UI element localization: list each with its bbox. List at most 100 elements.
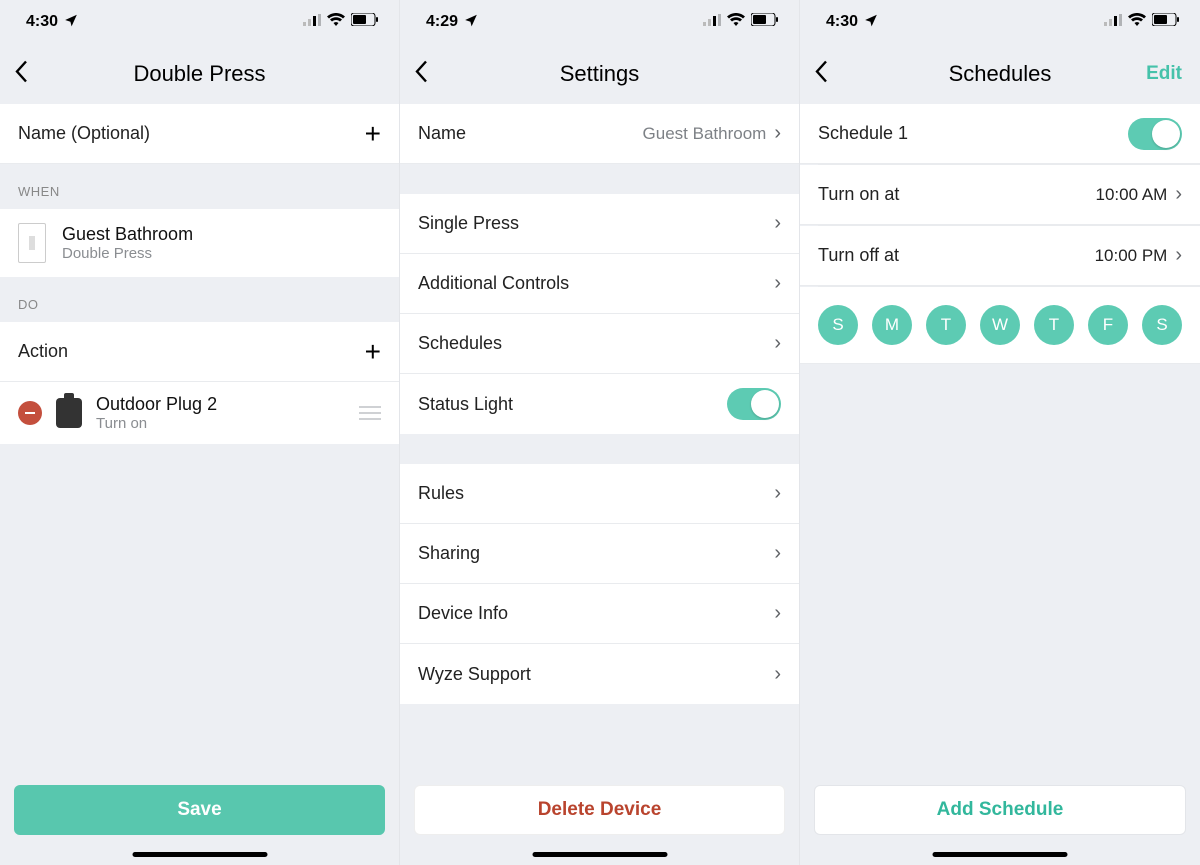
turn-off-row[interactable]: Turn off at 10:00 PM ›	[800, 226, 1200, 286]
action-action: Turn on	[96, 415, 345, 432]
cellular-signal-icon	[303, 13, 321, 31]
row-label: Sharing	[418, 543, 774, 564]
screen-schedules: 4:30 Schedules Ed	[800, 0, 1200, 865]
status-light-toggle[interactable]	[727, 388, 781, 420]
trigger-row[interactable]: Guest Bathroom Double Press	[0, 209, 399, 277]
day-fri[interactable]: F	[1088, 305, 1128, 345]
action-header-row[interactable]: Action +	[0, 322, 399, 382]
status-time: 4:30	[826, 13, 858, 31]
schedule-name-row[interactable]: Schedule 1	[800, 104, 1200, 164]
name-row[interactable]: Name Guest Bathroom ›	[400, 104, 799, 164]
battery-icon	[751, 13, 779, 31]
home-indicator[interactable]	[132, 852, 267, 857]
action-device: Outdoor Plug 2	[96, 394, 345, 415]
home-indicator[interactable]	[933, 852, 1068, 857]
battery-icon	[1152, 13, 1180, 31]
plug-icon	[56, 398, 82, 428]
schedule-toggle[interactable]	[1128, 118, 1182, 150]
trigger-action: Double Press	[62, 245, 193, 262]
location-icon	[64, 13, 78, 32]
chevron-right-icon: ›	[774, 332, 781, 355]
status-time: 4:29	[426, 13, 458, 31]
row-label: Rules	[418, 483, 774, 504]
device-info-row[interactable]: Device Info ›	[400, 584, 799, 644]
chevron-right-icon: ›	[1175, 183, 1182, 206]
sharing-row[interactable]: Sharing ›	[400, 524, 799, 584]
cellular-signal-icon	[703, 13, 721, 31]
action-label: Action	[18, 341, 365, 362]
drag-handle-icon[interactable]	[359, 406, 381, 420]
page-title: Settings	[560, 61, 640, 87]
row-label: Name	[418, 123, 643, 144]
chevron-right-icon: ›	[774, 122, 781, 145]
page-title: Schedules	[949, 61, 1052, 87]
row-label: Wyze Support	[418, 664, 774, 685]
switch-icon	[18, 223, 46, 263]
status-light-row[interactable]: Status Light	[400, 374, 799, 434]
cellular-signal-icon	[1104, 13, 1122, 31]
row-label: Status Light	[418, 394, 727, 415]
trigger-device: Guest Bathroom	[62, 224, 193, 245]
wyze-support-row[interactable]: Wyze Support ›	[400, 644, 799, 704]
wifi-icon	[1128, 13, 1146, 31]
name-field-row[interactable]: Name (Optional) +	[0, 104, 399, 164]
add-action-icon[interactable]: +	[365, 336, 381, 368]
back-button[interactable]	[414, 60, 428, 89]
day-thu[interactable]: T	[1034, 305, 1074, 345]
chevron-right-icon: ›	[774, 542, 781, 565]
chevron-right-icon: ›	[1175, 244, 1182, 267]
delete-device-button[interactable]: Delete Device	[414, 785, 785, 835]
action-item-row[interactable]: Outdoor Plug 2 Turn on	[0, 382, 399, 444]
row-label: Single Press	[418, 213, 774, 234]
remove-action-button[interactable]	[18, 401, 42, 425]
row-value: Guest Bathroom	[643, 124, 767, 144]
status-time: 4:30	[26, 13, 58, 31]
section-do: DO	[0, 277, 399, 322]
turn-on-row[interactable]: Turn on at 10:00 AM ›	[800, 165, 1200, 225]
location-icon	[464, 13, 478, 32]
wifi-icon	[727, 13, 745, 31]
row-label: Device Info	[418, 603, 774, 624]
schedule-name: Schedule 1	[818, 123, 1128, 144]
day-mon[interactable]: M	[872, 305, 912, 345]
chevron-right-icon: ›	[774, 272, 781, 295]
section-when: WHEN	[0, 164, 399, 209]
save-button[interactable]: Save	[14, 785, 385, 835]
status-bar: 4:29	[400, 0, 799, 44]
schedules-row[interactable]: Schedules ›	[400, 314, 799, 374]
edit-button[interactable]: Edit	[1146, 63, 1182, 85]
day-wed[interactable]: W	[980, 305, 1020, 345]
single-press-row[interactable]: Single Press ›	[400, 194, 799, 254]
day-tue[interactable]: T	[926, 305, 966, 345]
status-bar: 4:30	[800, 0, 1200, 44]
add-schedule-button[interactable]: Add Schedule	[814, 785, 1186, 835]
back-button[interactable]	[14, 60, 28, 89]
back-button[interactable]	[814, 60, 828, 89]
location-icon	[864, 13, 878, 32]
page-title: Double Press	[133, 61, 265, 87]
turn-on-label: Turn on at	[818, 184, 1096, 205]
screen-settings: 4:29 Settings	[400, 0, 800, 865]
turn-on-value: 10:00 AM	[1096, 185, 1168, 205]
row-label: Schedules	[418, 333, 774, 354]
chevron-right-icon: ›	[774, 482, 781, 505]
day-sun[interactable]: S	[818, 305, 858, 345]
screen-double-press: 4:30 Double Press	[0, 0, 400, 865]
add-name-icon[interactable]: +	[365, 118, 381, 150]
row-label: Additional Controls	[418, 273, 774, 294]
days-row: S M T W T F S	[800, 287, 1200, 364]
turn-off-value: 10:00 PM	[1095, 246, 1168, 266]
day-sat[interactable]: S	[1142, 305, 1182, 345]
wifi-icon	[327, 13, 345, 31]
home-indicator[interactable]	[532, 852, 667, 857]
rules-row[interactable]: Rules ›	[400, 464, 799, 524]
additional-controls-row[interactable]: Additional Controls ›	[400, 254, 799, 314]
nav-header: Settings	[400, 44, 799, 104]
status-bar: 4:30	[0, 0, 399, 44]
chevron-right-icon: ›	[774, 602, 781, 625]
nav-header: Schedules Edit	[800, 44, 1200, 104]
turn-off-label: Turn off at	[818, 245, 1095, 266]
nav-header: Double Press	[0, 44, 399, 104]
battery-icon	[351, 13, 379, 31]
name-field-label: Name (Optional)	[18, 123, 365, 144]
